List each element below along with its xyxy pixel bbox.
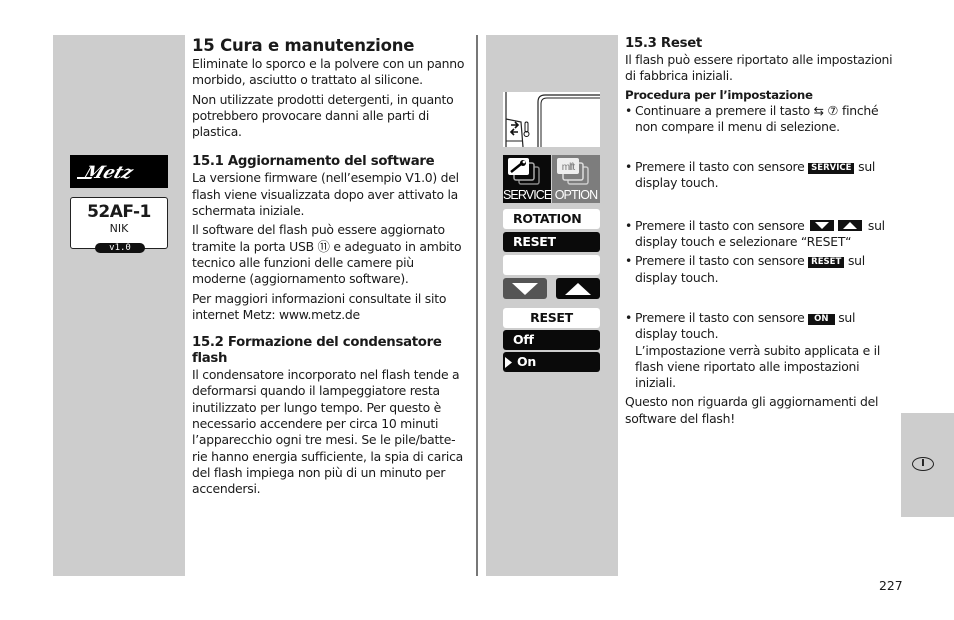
intro-paragraph-2: Non utilizzate prodotti detergenti, in q… [192,91,454,140]
flash-device-sketch [503,92,600,147]
left-column: 15 Cura e manutenzione Eliminate lo spor… [192,36,470,501]
down-arrow-badge [810,219,835,231]
section-15-3-heading: 15.3 Reset [625,36,702,51]
step-5: Premere il tasto con sensore ON sul disp… [625,310,901,391]
on-badge: ON [808,313,835,325]
step-1: Continuare a premere il tasto ⇆ ⑦ finché… [625,103,901,136]
scroll-down-button[interactable] [503,278,547,299]
reset-option-off[interactable]: Off [503,330,600,350]
service-tab-label: SERVICE [503,188,552,202]
swap-arrows-icon [509,121,520,136]
service-badge: SERVICE [808,163,855,175]
step-2: Premere il tasto con sensore SERVICE sul… [625,159,901,192]
footer-note: Questo non riguarda gli aggiornamenti de… [625,394,879,426]
reset-intro: Il flash può essere riportato alle impos… [625,52,893,84]
column-divider [476,35,478,576]
section-15-2-paragraph: Il condensatore incorporato nel flash te… [192,367,464,497]
svg-text:mlft: mlft [562,162,576,173]
step-5-note: L’impostazione verrà subito applicata e … [635,342,881,391]
section-15-1-paragraph-2: Il software del flash può essere aggiorn… [192,222,462,287]
model-info-box: 52AF-1 NIK v1.0 [70,197,168,253]
section-15-1-paragraph-3: Per maggiori informazioni consultate il … [192,290,447,322]
triangle-down-icon [815,221,830,229]
reset-option-on[interactable]: On [503,352,600,372]
step-3: Premere il tasto con sensore sul display… [625,218,901,251]
up-arrow-badge [838,219,863,231]
option-tab[interactable]: mlft OPTION [552,155,600,203]
chapter-title: 15 Cura e manutenzione [192,36,415,55]
selection-arrow-icon [505,357,512,368]
menu-tabs: SERVICE mlft OPTION [503,155,600,203]
menu-item-reset[interactable]: RESET [503,232,600,252]
thermometer-icon [523,121,530,137]
wrench-icon [508,158,540,185]
start-screen-illustration: Metz 52AF-1 NIK v1.0 [70,155,168,254]
scroll-up-button[interactable] [556,278,600,299]
step-4: Premere il tasto con sensore RESET sul d… [625,253,901,286]
service-tab[interactable]: SERVICE [503,155,552,203]
camera-system: NIK [109,222,129,235]
option-tab-label: OPTION [554,188,598,202]
reset-badge: RESET [808,257,845,269]
intro-paragraph-1: Eliminate lo sporco e la polvere con un … [192,56,465,88]
metz-logo-icon: Metz [77,163,137,182]
mlft-icon: mlft [557,158,589,185]
section-15-1-heading: 15.1 Aggiornamento del software [192,154,435,170]
triangle-down-icon [512,282,538,295]
procedure-heading: Procedura per l’impostazione [625,87,813,102]
section-15-2-heading: 15.2 Formazione del condensatore flash [192,335,442,367]
model-name: 52AF-1 [87,202,151,222]
section-15-1-paragraph-1: La versione firmware (nell’esempio V1.0)… [192,170,459,219]
triangle-up-icon [843,221,858,229]
menu-item-empty [503,255,600,275]
triangle-up-icon [565,282,591,295]
page-number: 227 [879,578,903,593]
reset-option-on-label: On [517,354,536,369]
svg-text:Metz: Metz [80,163,136,182]
language-indicator: I [912,457,934,471]
reset-dialog-title: RESET [503,308,600,328]
right-column: 15.3 Reset Il flash può essere riportato… [625,36,901,430]
left-margin-strip [53,35,185,576]
menu-item-rotation[interactable]: ROTATION [503,209,600,229]
metz-logo: Metz [70,155,168,188]
firmware-version: v1.0 [95,243,145,253]
